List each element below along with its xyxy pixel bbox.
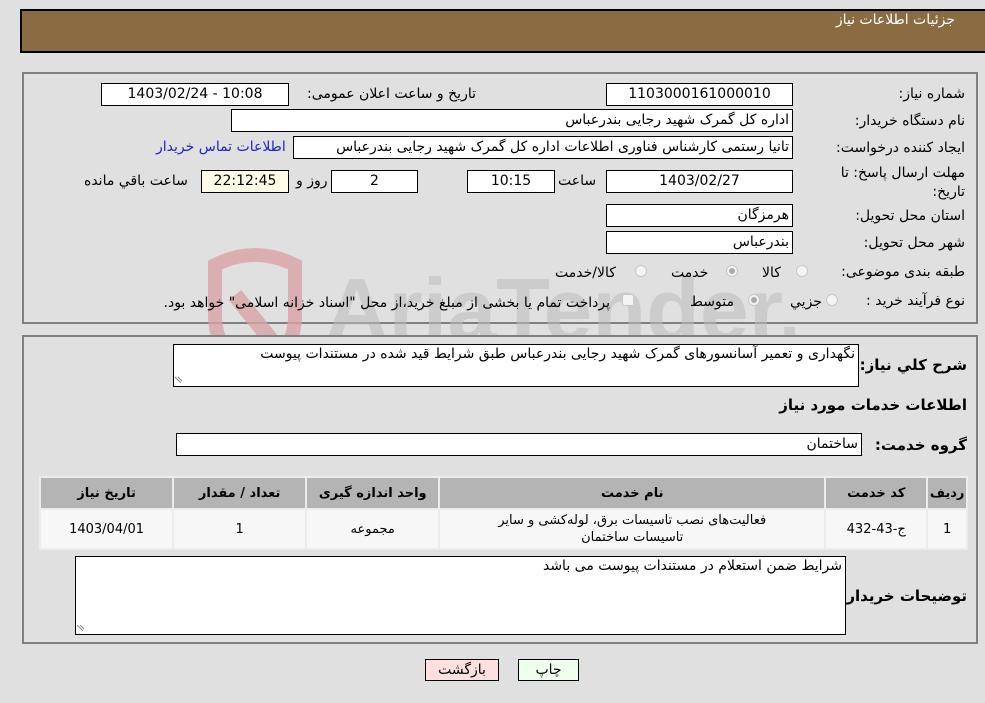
resize-grip-icon[interactable] [175,375,183,383]
cell-quantity: 1 [174,510,306,548]
city-label: شهر محل تحویل: [863,235,965,251]
deadline-date-field: 1403/02/27 [606,170,793,193]
category-radio-goods-service[interactable] [635,265,647,277]
category-radio-goods[interactable] [796,265,808,277]
purchase-radio-medium[interactable] [748,294,760,306]
deadline-time-field: 10:15 [467,170,555,193]
summary-text: نگهداری و تعمیر آسانسورهای گمرک شهید رجا… [260,346,855,362]
need-number-field: 1103000161000010 [606,83,793,106]
announce-datetime-field: 1403/02/24 - 10:08 [101,83,289,106]
time-remaining-field: 22:12:45 [201,170,289,193]
days-label: روز و [296,173,328,189]
deadline-time-label: ساعت [558,173,597,189]
category-label: طبقه بندی موضوعی: [841,264,965,280]
purchase-option-medium: متوسط [690,294,734,310]
category-option-goods: کالا [762,265,781,281]
col-service-name: نام خدمت [440,478,825,508]
buyer-org-field: اداره کل گمرک شهید رجایی بندرعباس [231,109,793,132]
col-unit: واحد اندازه گیری [307,478,439,508]
purchase-radio-minor[interactable] [826,294,838,306]
back-button[interactable]: بازگشت [425,659,499,681]
cell-unit: مجموعه [307,510,439,548]
col-quantity: تعداد / مقدار [174,478,306,508]
purchase-type-label: نوع فرآیند خرید : [866,293,965,309]
time-remaining-label: ساعت باقي مانده [84,173,188,189]
buyer-notes-label: توضیحات خریدار: [840,587,967,605]
buyer-notes-textarea[interactable]: شرایط ضمن استعلام در مستندات پیوست می با… [75,556,846,635]
treasury-note: پرداخت تمام یا بخشی از مبلغ خرید،از محل … [163,295,610,311]
col-service-code: کد خدمت [826,478,927,508]
requester-field: تانیا رستمی کارشناس فناوری اطلاعات اداره… [293,136,793,159]
category-option-goods-service: کالا/خدمت [555,265,616,281]
table-row: 1 ج-43-432 فعالیت‌های نصب تاسیسات برق، ل… [41,510,966,548]
purchase-option-minor: جزیي [790,294,822,310]
province-label: استان محل تحویل: [855,208,965,224]
category-radio-service[interactable] [726,265,738,277]
services-section-title: اطلاعات خدمات مورد نیاز [779,396,967,414]
cell-row-number: 1 [928,510,966,548]
province-field: هرمزگان [606,204,793,227]
cell-service-name: فعالیت‌های نصب تاسیسات برق، لوله‌کشی و س… [440,510,825,548]
cell-need-date: 1403/04/01 [41,510,173,548]
col-need-date: تاریخ نیاز [41,478,173,508]
resize-grip-icon[interactable] [77,623,85,631]
need-number-label: شماره نیاز: [898,86,966,102]
city-field: بندرعباس [606,231,793,254]
summary-label: شرح کلي نیاز: [859,356,967,374]
days-remaining-field: 2 [331,170,418,193]
service-group-label: گروه خدمت: [874,436,967,454]
col-row-number: ردیف [928,478,966,508]
services-table: ردیف کد خدمت نام خدمت واحد اندازه گیری ت… [39,476,968,550]
deadline-label: مهلت ارسال پاسخ: تا تاریخ: [840,165,965,200]
table-header-row: ردیف کد خدمت نام خدمت واحد اندازه گیری ت… [41,478,966,508]
announce-datetime-label: تاریخ و ساعت اعلان عمومی: [307,86,476,102]
category-option-service: خدمت [671,265,709,281]
treasury-checkbox[interactable] [622,294,634,306]
page-title: جزئیات اطلاعات نیاز [835,12,955,28]
print-button[interactable]: چاپ [518,659,579,681]
buyer-notes-text: شرایط ضمن استعلام در مستندات پیوست می با… [542,558,842,574]
buyer-org-label: نام دستگاه خریدار: [854,113,965,129]
buyer-contact-link[interactable]: اطلاعات تماس خریدار [156,139,286,155]
summary-textarea[interactable]: نگهداری و تعمیر آسانسورهای گمرک شهید رجا… [173,344,859,387]
requester-label: ایجاد کننده درخواست: [836,140,965,156]
service-group-field: ساختمان [176,433,862,456]
cell-service-code: ج-43-432 [826,510,927,548]
